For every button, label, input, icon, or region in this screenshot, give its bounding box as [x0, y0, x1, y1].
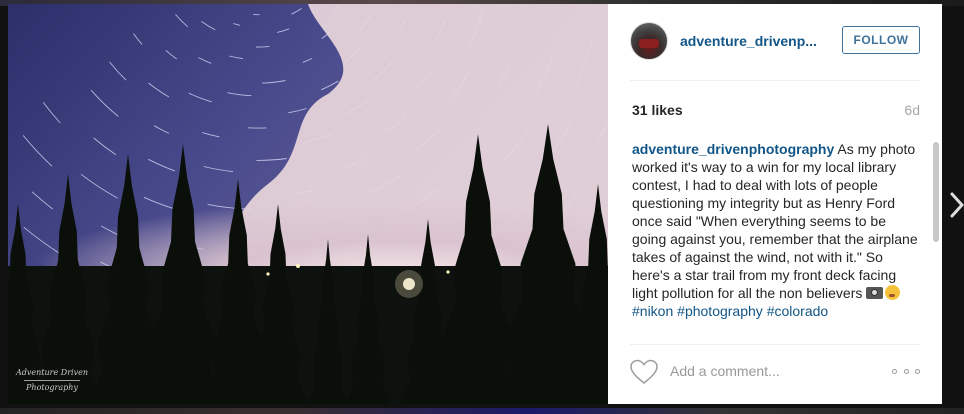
- heart-icon[interactable]: [630, 359, 658, 385]
- follow-button[interactable]: FOLLOW: [842, 26, 920, 54]
- post-details-panel: adventure_drivenp... FOLLOW 31 likes 6d …: [608, 4, 942, 404]
- caption: adventure_drivenphotography As my photo …: [632, 140, 918, 320]
- caption-scroll-area[interactable]: adventure_drivenphotography As my photo …: [632, 140, 918, 336]
- username-link[interactable]: adventure_drivenp...: [680, 33, 817, 49]
- post-photo: Adventure Driven Photography: [8, 4, 608, 404]
- watermark-line2: Photography: [26, 383, 78, 392]
- more-options-icon[interactable]: [892, 365, 920, 377]
- comment-bar: [630, 344, 920, 395]
- watermark-line1: Adventure Driven: [16, 368, 88, 377]
- backdrop-bottom: [0, 408, 964, 414]
- comment-input[interactable]: [670, 361, 870, 381]
- camera-emoji-icon: [866, 287, 884, 299]
- star-trail-image: [8, 4, 608, 404]
- hashtag-link[interactable]: #photography: [677, 303, 763, 319]
- likes-count[interactable]: 31 likes: [632, 102, 683, 118]
- likes-row: 31 likes 6d: [632, 102, 920, 122]
- hashtag-link[interactable]: #nikon: [632, 303, 673, 319]
- post-age[interactable]: 6d: [904, 102, 920, 118]
- kissing-face-emoji-icon: [885, 285, 901, 300]
- avatar[interactable]: [630, 22, 668, 60]
- hashtag-link[interactable]: #colorado: [767, 303, 829, 319]
- photo-watermark: Adventure Driven Photography: [16, 367, 88, 394]
- caption-scrollbar[interactable]: [932, 140, 940, 336]
- scrollbar-thumb[interactable]: [933, 142, 939, 242]
- caption-username-link[interactable]: adventure_drivenphotography: [632, 141, 834, 157]
- chevron-right-icon[interactable]: [950, 190, 964, 220]
- post-header: adventure_drivenp... FOLLOW: [630, 20, 920, 81]
- caption-text: As my photo worked it's way to a win for…: [632, 141, 918, 301]
